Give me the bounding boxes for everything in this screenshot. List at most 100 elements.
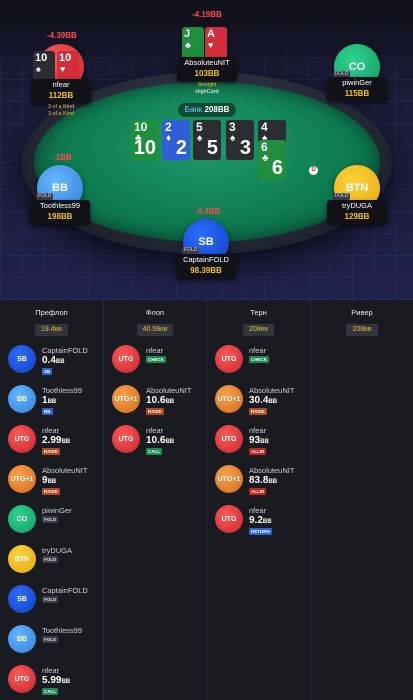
seat-stack: 103BB (194, 69, 220, 78)
seat-status-badge: FOLD (36, 193, 54, 200)
action-row[interactable]: SB CaptainFOLD FOLD (8, 585, 101, 619)
board-card: 10 ♣ 10 (131, 120, 159, 160)
seat-nameplate[interactable]: piwinGer 115BB (327, 77, 387, 101)
street-header[interactable]: Терн 208BB (207, 300, 310, 338)
player-position-avatar: BB (8, 385, 36, 413)
action-player-name: AbsoluteuNIT (249, 386, 295, 395)
seat-stack: 115BB (344, 89, 370, 98)
action-amount: 2.99BB (42, 435, 70, 448)
action-amount-unit: BB (268, 479, 278, 485)
action-type-badge: BB (42, 408, 53, 415)
action-amount: 83.8BB (249, 475, 277, 488)
hand-strength-line: HighCard (195, 89, 219, 95)
player-position-avatar: CO (8, 505, 36, 533)
street-header[interactable]: Флоп 40.59BB (104, 300, 206, 338)
action-type-badge: FOLD (42, 596, 59, 603)
hole-card-rank: 10 (35, 52, 48, 64)
street-pot-unit: BB (364, 327, 372, 333)
action-type-badge: CHECK (146, 356, 167, 363)
action-player-name: nfear (249, 426, 267, 435)
player-position-avatar: UTG (215, 345, 243, 373)
seat-player-name: AbsoluteuNIT (184, 58, 230, 67)
street-column: Ривер 208BB (310, 300, 413, 700)
action-type-badge: ALLIN (249, 448, 267, 455)
seat-player-name: Toothless99 (39, 201, 81, 210)
seat-nameplate[interactable]: AbsoluteuNIT 103BB (177, 57, 237, 81)
action-row[interactable]: UTG nfear 5.99BB CALL (8, 665, 101, 699)
action-player-name: AbsoluteuNIT (42, 466, 88, 475)
action-type-badge: FOLD (42, 636, 59, 643)
action-player-name: nfear (146, 346, 164, 355)
player-position-avatar: SB (8, 585, 36, 613)
street-header[interactable]: Префлоп 19.4BB (0, 300, 103, 338)
seat-hand-strength: Straight HighCard (180, 82, 234, 96)
seat-status-badge: FOLD (182, 247, 200, 254)
street-name: Терн (250, 308, 267, 317)
seat-nameplate[interactable]: nfear 112BB (31, 79, 91, 103)
action-amount-unit: BB (47, 399, 57, 405)
board-card: 6 ♣ 6 (258, 140, 286, 180)
action-row[interactable]: UTG nfear 9.2BB RETURN (215, 505, 309, 539)
action-amount-unit: BB (262, 519, 272, 525)
street-pot-unit: BB (54, 327, 62, 333)
action-row[interactable]: UTG nfear CHECK (215, 345, 309, 379)
seat-stack: 198BB (47, 212, 73, 221)
seat-result: -4.19BB (192, 10, 222, 19)
board-card-suit: ♣ (262, 153, 269, 164)
action-row[interactable]: UTG+1 AbsoluteuNIT 30.4BB RAISE (215, 385, 309, 419)
action-player-name: nfear (42, 666, 60, 675)
seat-nameplate[interactable]: CaptainFOLD 98.39BB (176, 254, 236, 278)
seat-status-badge: FOLD (333, 193, 351, 200)
action-row[interactable]: UTG+1 AbsoluteuNIT 9BB RAISE (8, 465, 101, 499)
action-row[interactable]: CO piwinGer FOLD (8, 505, 101, 539)
hole-card-suit: ♣ (185, 40, 191, 50)
action-player-name: AbsoluteuNIT (249, 466, 295, 475)
action-type-badge: CHECK (249, 356, 270, 363)
street-pot-value: 208 (248, 326, 261, 333)
street-column: Префлоп 19.4BB SB CaptainFOLD 0.4BB SB BB Tooth… (0, 300, 103, 700)
player-position-avatar: UTG+1 (112, 385, 140, 413)
action-row[interactable]: UTG nfear CHECK (112, 345, 205, 379)
hole-card: J ♣ (182, 27, 204, 59)
player-position-avatar: UTG (8, 665, 36, 693)
street-pot-value: 40.59 (142, 326, 161, 333)
action-row[interactable]: UTG nfear 93BB ALLIN (215, 425, 309, 459)
action-amount-unit: BB (61, 439, 71, 445)
action-row[interactable]: BTN tryDUGA FOLD (8, 545, 101, 579)
action-row[interactable]: UTG+1 AbsoluteuNIT 83.8BB ALLIN (215, 465, 309, 499)
action-row[interactable]: SB CaptainFOLD 0.4BB SB (8, 345, 101, 379)
action-row[interactable]: BB Toothless99 1BB BB (8, 385, 101, 419)
street-name: Флоп (145, 308, 165, 317)
player-position-avatar: UTG (8, 425, 36, 453)
seat-stack: 98.39BB (190, 266, 222, 275)
street-pot-value: 19.4 (41, 326, 55, 333)
action-type-badge: CALL (146, 448, 162, 455)
player-position-avatar: UTG+1 (215, 465, 243, 493)
action-amount-value: 5.99 (42, 675, 62, 686)
action-type-badge: SB (42, 368, 53, 375)
action-amount: 10.6BB (146, 435, 174, 448)
seat-player-name: CaptainFOLD (183, 255, 229, 264)
seat-player-name: tryDUGA (342, 201, 372, 210)
street-pot: 208BB (346, 324, 378, 336)
board-card-suit: ♠ (197, 133, 203, 144)
street-header[interactable]: Ривер 208BB (311, 300, 413, 338)
seat-result: -1BB (53, 153, 72, 162)
action-amount-unit: BB (47, 479, 57, 485)
seat-player-name: nfear (52, 80, 70, 89)
hole-card-suit: ♥ (60, 64, 66, 74)
action-row[interactable]: UTG nfear 10.6BB CALL (112, 425, 205, 459)
action-row[interactable]: BB Toothless99 FOLD (8, 625, 101, 659)
seat-nameplate[interactable]: Toothless99 198BB (30, 200, 90, 224)
action-type-badge: RAISE (249, 408, 267, 415)
action-row[interactable]: UTG+1 AbsoluteuNIT 10.6BB RAISE (112, 385, 205, 419)
action-player-name: Toothless99 (42, 386, 83, 395)
action-type-badge: RAISE (146, 408, 164, 415)
action-amount-unit: BB (55, 359, 65, 365)
action-player-name: Toothless99 (42, 626, 83, 635)
board-card-suit: ♦ (166, 133, 172, 144)
action-amount-value: 10.6 (146, 435, 166, 446)
street-pot-unit: BB (160, 327, 168, 333)
seat-nameplate[interactable]: tryDUGA 129BB (327, 200, 387, 224)
action-row[interactable]: UTG nfear 2.99BB RAISE (8, 425, 101, 459)
